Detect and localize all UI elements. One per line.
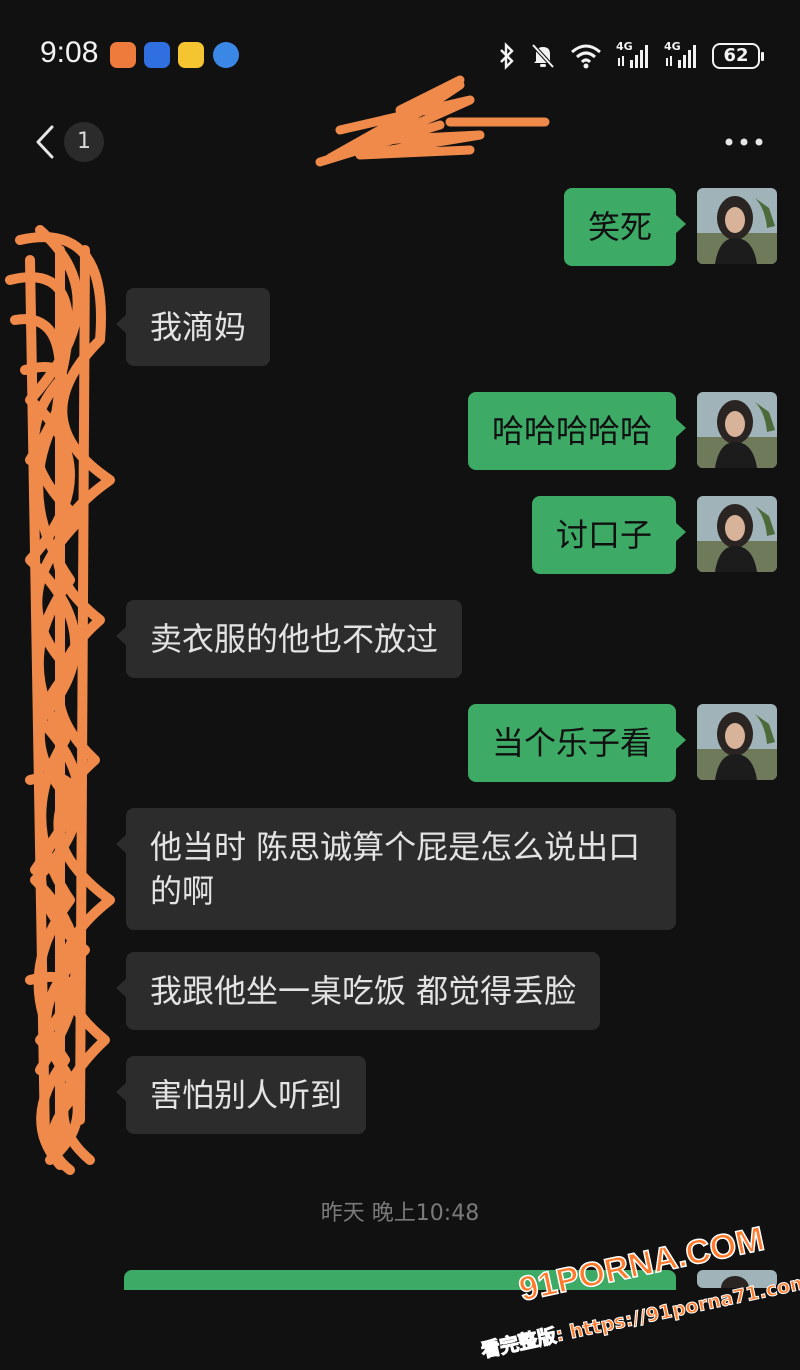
avatar-redaction-scribble <box>5 225 115 1175</box>
message-bubble-outgoing[interactable]: 哈哈哈哈哈 <box>467 392 687 470</box>
more-icon[interactable] <box>724 134 764 150</box>
unread-badge[interactable]: 1 <box>64 122 104 162</box>
avatar-photo <box>697 496 777 572</box>
avatar[interactable] <box>697 704 777 780</box>
avatar[interactable] <box>697 496 777 572</box>
signal-icon-2: 4G <box>664 40 698 70</box>
status-time: 9:08 <box>40 36 99 69</box>
watermark-line1: 91PORNA.COM <box>516 1220 768 1309</box>
avatar[interactable] <box>697 392 777 468</box>
back-icon[interactable] <box>32 124 62 160</box>
status-bar: 9:08 4G 4G 62 <box>0 0 800 110</box>
avatar-photo <box>697 704 777 780</box>
shopping-app-icon <box>110 42 136 68</box>
avatar-photo <box>697 188 777 264</box>
message-bubble-outgoing[interactable]: 讨口子 <box>531 496 687 574</box>
message-timestamp: 昨天 晚上10:48 <box>320 1201 480 1226</box>
message-bubble-incoming[interactable]: 他当时 陈思诚算个屁是怎么说出口的啊 <box>116 808 676 930</box>
message-bubble-incoming[interactable]: 卖衣服的他也不放过 <box>115 600 463 678</box>
status-icons: 4G 4G 62 <box>498 40 764 72</box>
message-bubble-incoming[interactable]: 我跟他坐一桌吃饭 都觉得丢脸 <box>115 952 601 1030</box>
message-bubble-outgoing[interactable]: 笑死 <box>563 188 687 266</box>
avatar[interactable] <box>697 1270 777 1288</box>
message-bubble-incoming[interactable]: 害怕别人听到 <box>115 1056 367 1134</box>
avatar-photo <box>697 1270 777 1288</box>
bluetooth-icon <box>500 42 514 70</box>
message-bubble-incoming[interactable]: 我滴妈 <box>115 288 271 366</box>
browser-app-icon <box>213 42 239 68</box>
avatar-photo <box>697 392 777 468</box>
avatar[interactable] <box>697 188 777 264</box>
blue-app-icon <box>144 42 170 68</box>
mute-icon <box>531 43 555 69</box>
wifi-icon <box>571 44 601 69</box>
battery-icon: 62 <box>712 43 764 69</box>
yellow-app-icon <box>178 42 204 68</box>
message-bubble-outgoing[interactable]: 当个乐子看 <box>467 704 687 782</box>
message-bubble-outgoing-partial[interactable] <box>124 1270 676 1290</box>
signal-icon-1: 4G <box>616 40 650 70</box>
